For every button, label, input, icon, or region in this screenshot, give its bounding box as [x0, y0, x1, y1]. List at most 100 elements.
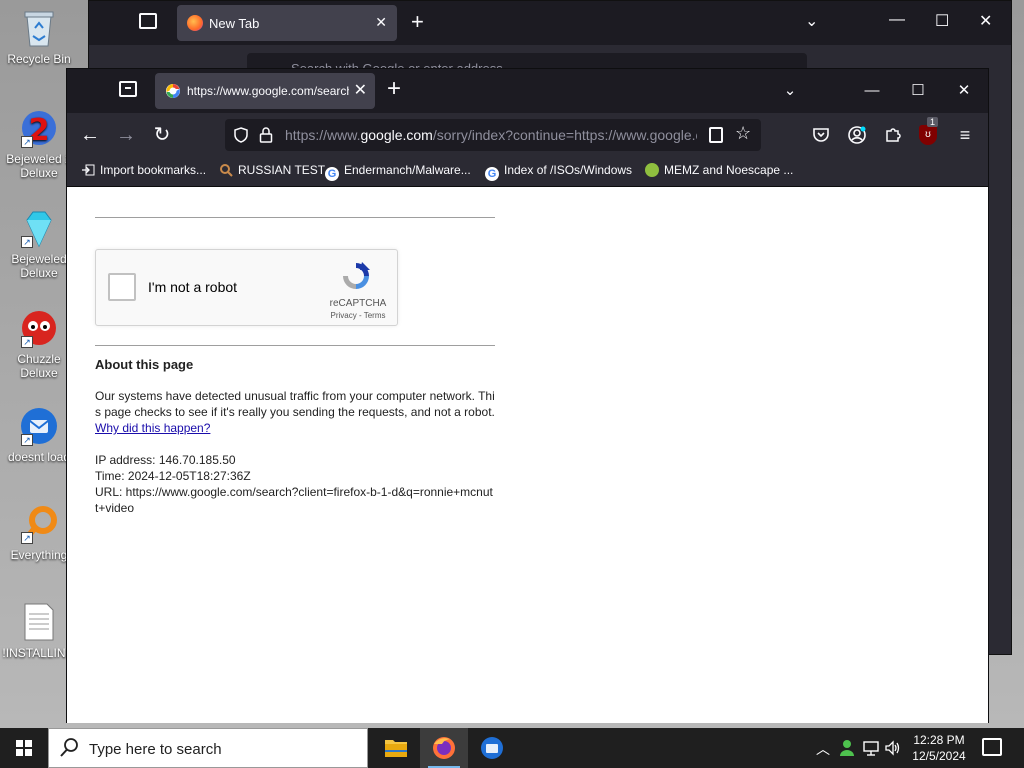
taskbar-file-explorer[interactable] [372, 728, 420, 768]
folder-icon [385, 740, 407, 757]
maximize-icon[interactable]: ☐ [935, 11, 949, 31]
desktop-icon-label: Bejeweled 2 Deluxe [6, 152, 72, 180]
recaptcha-links: Privacy - Terms [322, 311, 394, 320]
ublock-origin-icon[interactable]: ʊ [919, 125, 937, 145]
hamburger-menu-icon[interactable]: ≡ [951, 121, 979, 149]
bejeweled-2-icon: 2 ↗ [19, 108, 59, 148]
tab-google-sorry[interactable]: https://www.google.com/search?client=fir… [155, 73, 375, 109]
pocket-icon[interactable] [807, 121, 835, 149]
search-placeholder: Type here to search [89, 741, 222, 758]
desktop-icon-label: !INSTALLIN... [2, 646, 76, 660]
desktop-icon-chuzzle[interactable]: ↗ Chuzzle Deluxe [2, 308, 76, 380]
recaptcha-privacy-link[interactable]: Privacy [331, 311, 357, 320]
everything-search-icon: ↗ [19, 504, 59, 544]
account-icon[interactable] [843, 121, 871, 149]
bookmark-label: Endermanch/Malware... [344, 163, 471, 177]
maximize-icon[interactable]: ☐ [895, 77, 941, 105]
tab-list-icon[interactable] [139, 13, 157, 29]
magnifier-icon [219, 163, 233, 177]
windows-start-icon[interactable] [0, 728, 48, 768]
desktop-icon-everything[interactable]: ↗ Everything [2, 504, 76, 562]
url-text[interactable]: https://www.google.com/sorry/index?conti… [285, 127, 697, 143]
extension-badge: 1 [927, 117, 939, 127]
close-icon[interactable]: ✕ [354, 80, 367, 100]
taskbar-firefox[interactable] [420, 728, 468, 768]
recaptcha-label: I'm not a robot [148, 279, 238, 295]
volume-icon[interactable] [884, 739, 902, 760]
url-bar[interactable]: https://www.google.com/sorry/index?conti… [225, 119, 761, 151]
close-window-icon[interactable]: ✕ [941, 77, 987, 105]
navigation-toolbar: ← → ↻ https://www.google.com/sorry/index… [67, 113, 988, 157]
why-did-this-happen-link[interactable]: Why did this happen? [95, 421, 210, 435]
bookmark-endermanch[interactable]: G Endermanch/Malware... [325, 163, 471, 181]
chevron-up-icon[interactable]: ︿ [816, 739, 830, 759]
clock-date: 12/5/2024 [912, 749, 966, 763]
shield-icon[interactable] [233, 127, 249, 148]
bookmark-label: RUSSIAN TEST [238, 163, 326, 177]
minimize-icon[interactable]: — [849, 77, 895, 105]
firefox-icon [187, 15, 203, 31]
about-body: Our systems have detected unusual traffi… [95, 389, 495, 419]
desktop-icon-bejeweled[interactable]: ↗ Bejeweled Deluxe [2, 208, 76, 280]
clock-time: 12:28 PM [913, 733, 965, 747]
recaptcha-widget: I'm not a robot reCAPTCHA Privacy - Term… [95, 249, 398, 326]
google-icon: G [325, 167, 339, 181]
desktop-icon-recycle-bin[interactable]: Recycle Bin [2, 8, 76, 66]
chevron-down-icon[interactable]: ⌄ [805, 11, 818, 31]
bookmark-memz[interactable]: MEMZ and Noescape ... [645, 163, 793, 177]
bejeweled-icon: ↗ [19, 208, 59, 248]
network-icon[interactable] [862, 739, 880, 760]
recycle-bin-icon [19, 8, 59, 48]
bookmark-label: Import bookmarks... [100, 163, 207, 177]
taskbar: Type here to search ︿ 12:28 PM 12/5/2024 [0, 728, 1024, 768]
close-icon[interactable]: ✕ [375, 14, 387, 31]
about-text: Our systems have detected unusual traffi… [95, 388, 495, 436]
reader-view-icon[interactable] [709, 127, 723, 143]
system-clock[interactable]: 12:28 PM 12/5/2024 [906, 732, 972, 764]
new-tab-icon[interactable]: + [387, 75, 401, 103]
bookmarks-toolbar: Import bookmarks... RUSSIAN TEST G Enderm… [67, 157, 988, 187]
recaptcha-checkbox[interactable] [108, 273, 136, 301]
extensions-puzzle-icon[interactable] [879, 121, 907, 149]
tab-list-icon[interactable] [119, 81, 137, 97]
google-icon: G [485, 167, 499, 181]
close-window-icon[interactable]: ✕ [979, 11, 992, 31]
about-title: About this page [95, 357, 194, 372]
desktop-icon-bejeweled-2[interactable]: 2 ↗ Bejeweled 2 Deluxe [2, 108, 76, 180]
minimize-icon[interactable]: — [889, 11, 905, 29]
background-tab-new-tab[interactable]: New Tab ✕ [177, 5, 397, 41]
bookmark-star-icon[interactable]: ☆ [735, 123, 751, 144]
timestamp: Time: 2024-12-05T18:27:36Z [95, 469, 251, 483]
desktop-icon-label: doesnt load [7, 450, 71, 464]
lock-icon[interactable] [259, 126, 273, 149]
bookmark-import[interactable]: Import bookmarks... [81, 163, 206, 177]
recaptcha-terms-link[interactable]: Terms [364, 311, 386, 320]
chevron-down-icon[interactable]: ⌄ [767, 77, 813, 105]
page-content: I'm not a robot reCAPTCHA Privacy - Term… [67, 187, 988, 723]
reload-icon[interactable]: ↻ [147, 121, 177, 151]
taskbar-search-box[interactable]: Type here to search [48, 728, 368, 768]
chuzzle-icon: ↗ [19, 308, 59, 348]
bookmark-label: Index of /ISOs/Windows [504, 163, 633, 177]
ip-address: IP address: 146.70.185.50 [95, 453, 236, 467]
browser-window[interactable]: https://www.google.com/search?client=fir… [66, 68, 989, 723]
taskbar-thunderbird[interactable] [468, 728, 516, 768]
bookmark-index-isos[interactable]: G Index of /ISOs/Windows [485, 163, 632, 181]
bookmark-label: MEMZ and Noescape ... [664, 163, 794, 177]
bookmark-russian-test[interactable]: RUSSIAN TEST [219, 163, 325, 177]
thunderbird-icon: ↗ [19, 406, 59, 446]
desktop-icon-installin[interactable]: !INSTALLIN... [2, 602, 76, 660]
url-host: google.com [360, 127, 433, 143]
desktop-icon-thunderbird[interactable]: ↗ doesnt load [2, 406, 76, 464]
user-status-icon[interactable] [838, 739, 856, 760]
new-tab-icon[interactable]: + [411, 9, 424, 35]
request-details: IP address: 146.70.185.50 Time: 2024-12-… [95, 452, 495, 516]
forward-arrow-icon[interactable]: → [111, 121, 141, 151]
back-arrow-icon[interactable]: ← [75, 121, 105, 151]
import-icon [81, 163, 95, 177]
divider [95, 345, 495, 346]
notifications-icon[interactable] [982, 738, 1002, 756]
tab-title: https://www.google.com/search?client=fir… [187, 84, 349, 98]
background-tab-title: New Tab [209, 16, 260, 31]
url-path: /sorry/index?continue=https://www.google… [432, 127, 697, 143]
